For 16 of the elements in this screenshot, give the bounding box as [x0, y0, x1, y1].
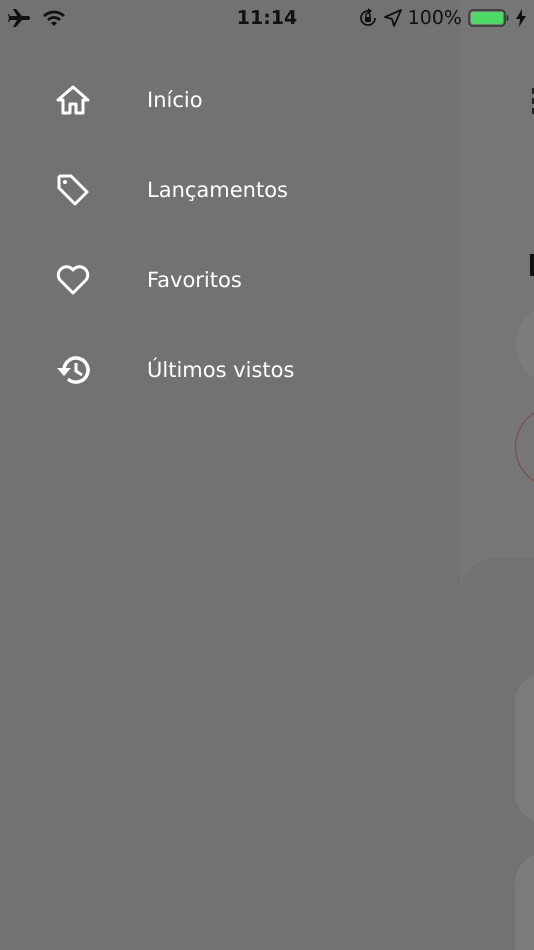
history-icon [55, 354, 91, 386]
home-icon [55, 85, 91, 115]
rotation-lock-icon [358, 8, 378, 28]
menu-item[interactable]: Início [0, 82, 460, 118]
menu-item[interactable]: Lançamentos [0, 172, 460, 208]
location-icon [384, 9, 402, 27]
tag-icon [55, 173, 91, 207]
heart-icon [55, 264, 91, 296]
charging-icon [516, 9, 526, 27]
wifi-icon [42, 9, 66, 27]
status-time: 11:14 [236, 7, 298, 29]
menu-item[interactable]: Últimos vistos [0, 352, 460, 388]
menu-item[interactable]: Favoritos [0, 262, 460, 298]
airplane-icon [8, 8, 32, 28]
battery-percent: 100% [408, 7, 462, 29]
battery-icon [468, 8, 510, 28]
